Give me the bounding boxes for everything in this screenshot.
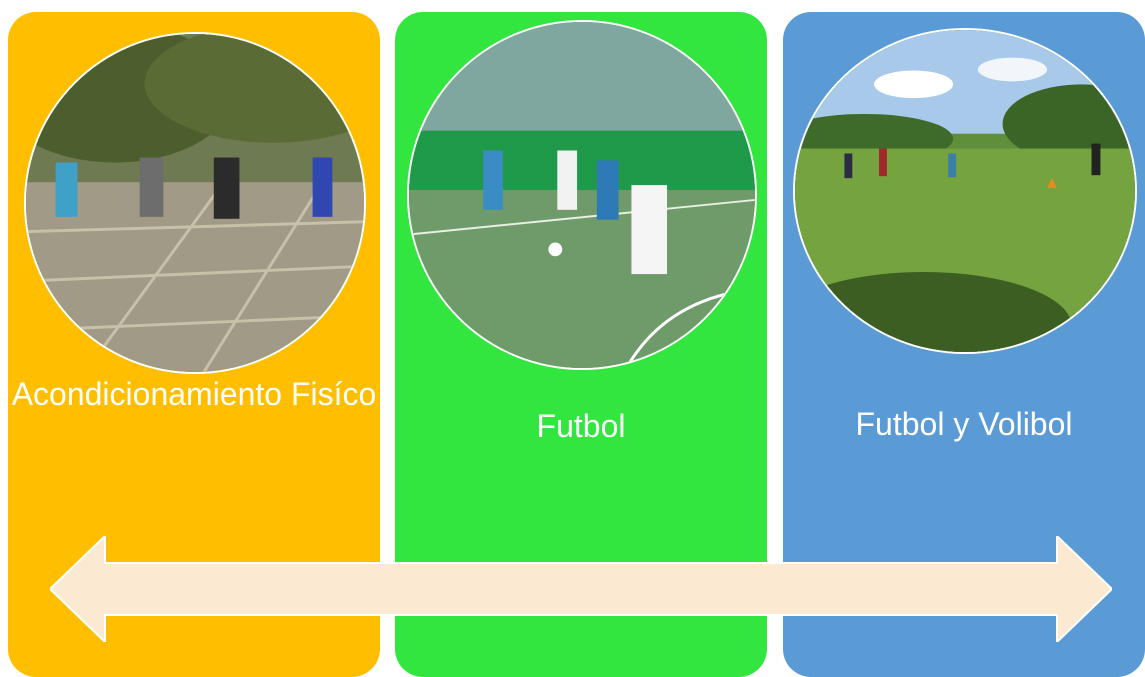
panel-label-futbol: Futbol (536, 408, 626, 444)
grass-field-photo (793, 28, 1137, 354)
panel-label-acondicionamiento: Acondicionamiento Fisíco (11, 376, 377, 412)
outdoor-exercise-photo (24, 32, 366, 374)
double-arrow-icon (50, 536, 1112, 642)
panel-label-futbol-volibol: Futbol y Volibol (855, 406, 1073, 442)
soccer-match-photo (407, 20, 757, 370)
